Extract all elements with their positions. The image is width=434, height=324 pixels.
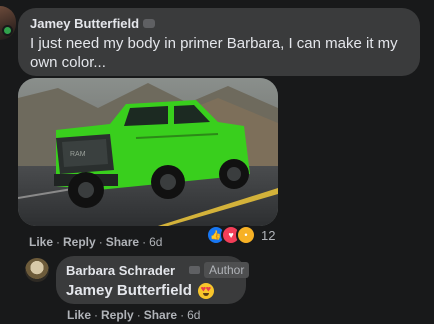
online-status-dot (2, 25, 13, 36)
comment-actions: Like · Reply · Share · 6d (29, 235, 163, 249)
wow-icon: • (236, 225, 256, 245)
reply-text: Jamey Butterfield (66, 282, 214, 299)
comment-author[interactable]: Jamey Butterfield (30, 16, 156, 31)
reply-link[interactable]: Reply (101, 308, 134, 322)
heart-eyes-emoji-icon (197, 282, 214, 299)
author-badge: Author (204, 262, 250, 278)
mention-link[interactable]: Jamey Butterfield (66, 282, 192, 299)
badge-icon (189, 266, 200, 274)
comment-text: I just need my body in primer Barbara, I… (30, 35, 398, 71)
share-link[interactable]: Share (144, 308, 177, 322)
badge-icon (143, 19, 156, 29)
comment-bubble: Jamey Butterfield I just need my body in… (18, 8, 420, 76)
comment-thread: Jamey Butterfield I just need my body in… (0, 0, 434, 324)
share-link[interactable]: Share (106, 235, 139, 249)
reply-bubble: Barbara Schrader Author Jamey Butterfiel… (56, 256, 250, 304)
reply-actions: Like · Reply · Share · 6d (67, 308, 201, 322)
truck-photo[interactable]: RAM (18, 78, 278, 226)
truck-image: RAM (18, 78, 278, 226)
reply-author[interactable]: Barbara Schrader (66, 263, 175, 278)
reply-link[interactable]: Reply (63, 235, 96, 249)
reply-avatar[interactable] (25, 258, 49, 282)
reaction-count: 12 (261, 227, 276, 243)
like-link[interactable]: Like (67, 308, 91, 322)
reply-timestamp[interactable]: 6d (187, 308, 200, 322)
like-link[interactable]: Like (29, 235, 53, 249)
comment-timestamp[interactable]: 6d (149, 235, 162, 249)
reactions-summary[interactable]: 👍 ♥ • 12 (206, 225, 275, 245)
commenter-avatar[interactable] (0, 6, 16, 40)
svg-text:RAM: RAM (70, 151, 86, 158)
